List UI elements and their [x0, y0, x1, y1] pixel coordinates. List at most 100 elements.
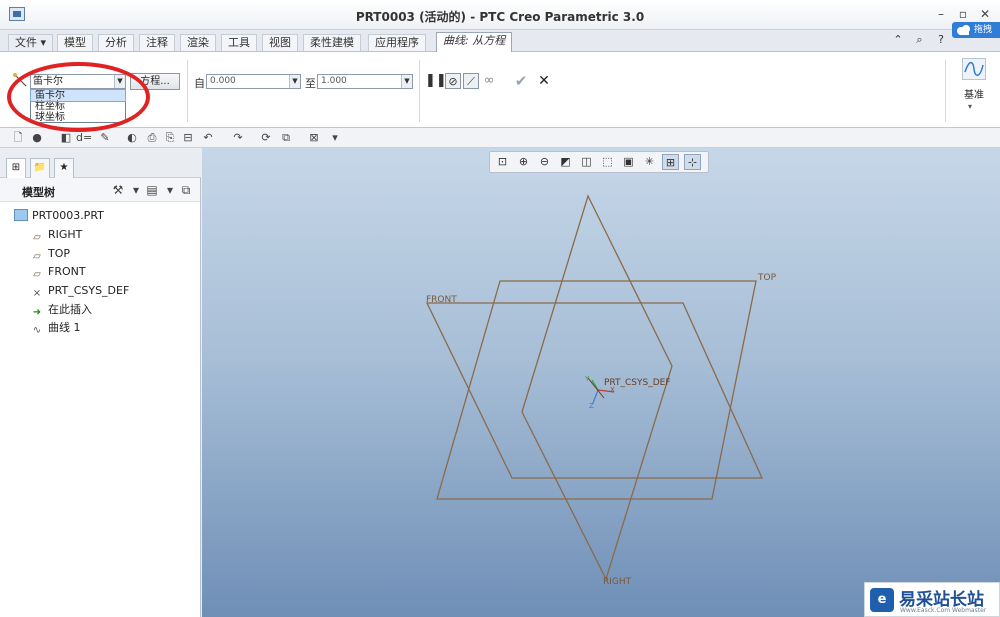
redo-icon[interactable]: ↷ [230, 130, 246, 145]
option-cartesian[interactable]: 笛卡尔 [30, 89, 126, 102]
close-window-icon[interactable]: ⊠ [306, 130, 322, 145]
tab-tools[interactable]: 工具 [221, 34, 257, 51]
cancel-x-icon[interactable]: ✕ [536, 73, 552, 89]
tab-curve-from-equation[interactable]: 曲线: 从方程 [436, 32, 513, 52]
chevron-down-icon[interactable]: ▼ [114, 75, 125, 88]
tree-filter-icon[interactable]: ▤ [144, 182, 160, 198]
datum-curve-icon[interactable] [962, 58, 986, 80]
close-icon[interactable]: ✕ [977, 7, 993, 21]
part-icon [14, 209, 28, 221]
feature-icon[interactable]: ◧ [58, 130, 74, 145]
ribbon-panel: 笛卡尔 ▼ 笛卡尔 柱坐标 球坐标 方程... 自 0.000 ▼ 至 1.00… [0, 52, 1000, 128]
chevron-down-icon[interactable]: ▾ [162, 182, 178, 198]
coordinate-type-select[interactable]: 笛卡尔 ▼ [30, 74, 126, 89]
chevron-down-icon[interactable]: ▼ [401, 75, 412, 88]
datum-planes-drawing [425, 194, 764, 581]
ribbon-tabs: 文件 ▾ 模型 分析 注释 渲染 工具 视图 柔性建模 应用程序 曲线: 从方程… [0, 30, 1000, 52]
tree-item-part[interactable]: PRT0003.PRT [14, 208, 104, 224]
x-axis-label: X [610, 386, 615, 394]
help-tools: ⌃ ⌕ ? [887, 33, 948, 49]
window-title: PRT0003 (活动的) - PTC Creo Parametric 3.0 [355, 10, 645, 24]
to-value-field[interactable]: 1.000 ▼ [317, 74, 413, 89]
curve-icon: ∿ [32, 325, 42, 336]
undo-icon[interactable]: ↶ [200, 130, 216, 145]
tree-item-csys[interactable]: ⨯ PRT_CSYS_DEF [30, 283, 130, 299]
view-toolbar: ⊡ ⊕ ⊖ ◩ ◫ ⬚ ▣ ✳ ⊞ ⊹ [489, 151, 709, 173]
sketch-icon[interactable]: ✎ [97, 130, 113, 145]
pause-icon[interactable]: ❚❚ [425, 73, 447, 89]
collapse-icon[interactable]: ⌃ [891, 33, 905, 49]
insert-arrow-icon: ➜ [32, 307, 42, 318]
to-label: 至 [305, 77, 316, 90]
tab-model[interactable]: 模型 [57, 34, 93, 51]
datum-label[interactable]: 基准 [960, 86, 988, 101]
tree-item-curve[interactable]: ∿ 曲线 1 [30, 320, 81, 336]
no-preview-icon[interactable]: ⊘ [445, 73, 461, 89]
print-icon[interactable]: ⎙ [144, 130, 160, 145]
model-tree-tab-icon[interactable]: ⊞ [6, 158, 26, 178]
tree-item-right[interactable]: ▱ RIGHT [30, 227, 82, 243]
tree-item-front[interactable]: ▱ FRONT [30, 264, 85, 280]
cloud-badge[interactable]: 拖拽 [952, 22, 1000, 38]
chevron-down-icon[interactable]: ▼ [289, 75, 300, 88]
annotation-display-icon[interactable]: ⊞ [662, 154, 679, 170]
customize-icon[interactable]: ▾ [327, 130, 343, 145]
from-value-field[interactable]: 0.000 ▼ [206, 74, 301, 89]
relations-icon[interactable]: d= [76, 130, 92, 145]
chevron-down-icon[interactable]: ▾ [968, 102, 972, 111]
graphics-window[interactable]: ⊡ ⊕ ⊖ ◩ ◫ ⬚ ▣ ✳ ⊞ ⊹ TOP FRONT RIGHT PRT_… [202, 148, 1000, 617]
tab-applications[interactable]: 应用程序 [368, 34, 426, 51]
datum-plane-icon: ▱ [33, 251, 41, 262]
new-file-icon[interactable]: 🗋 [10, 130, 26, 145]
ok-check-icon[interactable]: ✔ [513, 73, 529, 89]
chevron-down-icon[interactable]: ▾ [128, 182, 144, 198]
windows-icon[interactable]: ⧉ [278, 130, 294, 145]
tree-columns-icon[interactable]: ⧉ [178, 182, 194, 198]
tab-annotate[interactable]: 注释 [139, 34, 175, 51]
tree-item-top[interactable]: ▱ TOP [30, 246, 70, 262]
option-cylindrical[interactable]: 柱坐标 [31, 101, 125, 112]
view-manager-icon[interactable]: ▣ [620, 154, 637, 170]
zoom-in-icon[interactable]: ⊕ [515, 154, 532, 170]
folder-browser-tab-icon[interactable]: 📁 [30, 158, 50, 178]
refit-icon[interactable]: ⊡ [494, 154, 511, 170]
tab-render[interactable]: 渲染 [180, 34, 216, 51]
help-icon[interactable]: ? [934, 33, 948, 49]
search-icon[interactable]: ⌕ [913, 33, 927, 49]
tab-view[interactable]: 视图 [262, 34, 298, 51]
tab-flexible-modeling[interactable]: 柔性建模 [303, 34, 361, 51]
minimize-icon[interactable]: – [933, 7, 949, 21]
open-icon[interactable]: ⎘ [162, 130, 178, 145]
maximize-icon[interactable]: ▫ [955, 7, 971, 21]
datum-display-icon[interactable]: ✳ [641, 154, 658, 170]
y-axis-label: Y [585, 375, 590, 383]
tree-item-insert-here[interactable]: ➜ 在此插入 [30, 302, 92, 318]
repaint-icon[interactable]: ◩ [557, 154, 574, 170]
spin-center-icon[interactable]: ⊹ [684, 154, 701, 170]
equation-button[interactable]: 方程... [130, 73, 180, 90]
regenerate-icon[interactable]: ⟳ [258, 130, 274, 145]
top-plane[interactable] [436, 280, 757, 500]
divider [419, 60, 420, 122]
saved-orientations-icon[interactable]: ⬚ [599, 154, 616, 170]
front-plane[interactable] [425, 302, 764, 479]
tab-analysis[interactable]: 分析 [98, 34, 134, 51]
watermark: e 易采站长站 Www.Easck.Com Webmaster [864, 582, 1000, 617]
watermark-subtext: Www.Easck.Com Webmaster [900, 607, 987, 614]
display-style-icon[interactable]: ◫ [578, 154, 595, 170]
from-label: 自 [194, 77, 205, 90]
zoom-out-icon[interactable]: ⊖ [536, 154, 553, 170]
option-spherical[interactable]: 球坐标 [31, 112, 125, 123]
save-icon[interactable]: ⊟ [180, 130, 196, 145]
glasses-icon[interactable]: ∞ [481, 73, 497, 89]
tab-file[interactable]: 文件 ▾ [8, 34, 54, 51]
front-plane-label: FRONT [426, 295, 457, 305]
csys-icon: ⨯ [32, 288, 42, 299]
navigator-tabs: ⊞ 📁 ★ [0, 148, 201, 178]
tree-settings-icon[interactable]: ⚒ [110, 182, 126, 198]
favorites-tab-icon[interactable]: ★ [54, 158, 74, 178]
verify-mode-icon[interactable]: ⟋ [463, 73, 479, 89]
navigator-panel: ⊞ 📁 ★ 模型树 ⚒ ▾ ▤ ▾ ⧉ PRT0003.PRT ▱ RIGHT ▱… [0, 148, 201, 617]
sphere-icon[interactable]: ● [29, 130, 45, 145]
appearance-icon[interactable]: ◐ [124, 130, 140, 145]
